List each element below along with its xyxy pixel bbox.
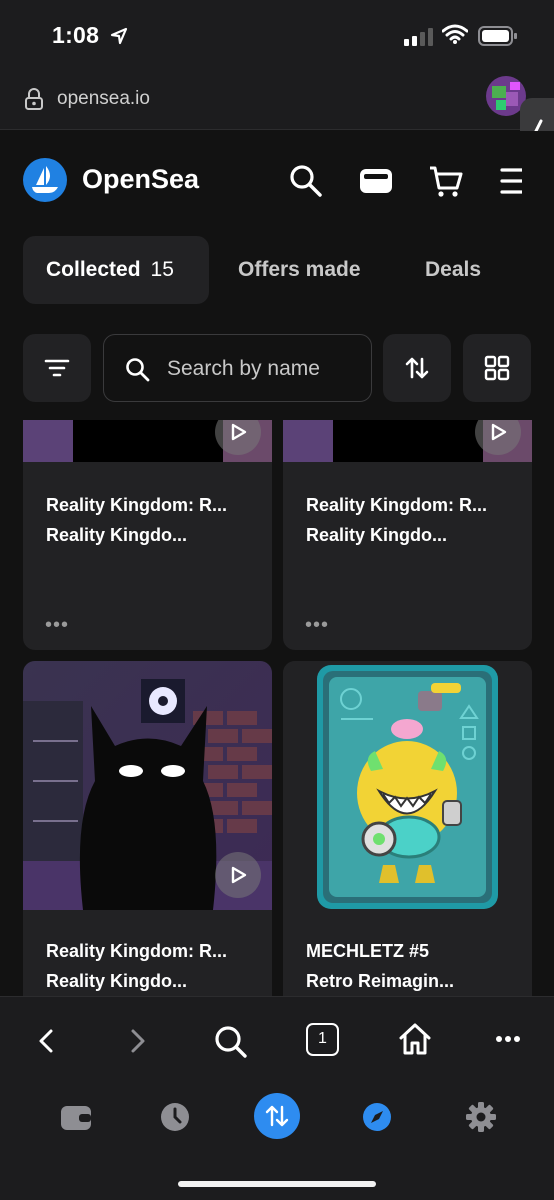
settings-icon[interactable] xyxy=(465,1101,497,1133)
more-icon[interactable] xyxy=(495,1035,521,1043)
grid-icon xyxy=(484,355,510,381)
search-icon[interactable] xyxy=(289,164,323,198)
home-icon[interactable] xyxy=(398,1022,432,1056)
wifi-icon xyxy=(442,24,468,44)
forward-icon[interactable] xyxy=(128,1028,148,1054)
nft-collection: Reality Kingdo... xyxy=(306,525,448,545)
tabs-icon[interactable]: 1 xyxy=(306,1023,339,1056)
more-options-icon[interactable]: ••• xyxy=(45,614,69,637)
status-bar: 1:08 xyxy=(0,0,554,70)
address-bar[interactable]: opensea.io xyxy=(0,70,554,130)
tab-deals[interactable]: Deals xyxy=(425,258,481,282)
sailboat-icon xyxy=(32,166,58,193)
search-icon[interactable] xyxy=(214,1025,248,1059)
home-indicator xyxy=(178,1181,376,1187)
wallet-icon[interactable] xyxy=(60,1102,92,1132)
swap-icon xyxy=(265,1105,289,1127)
play-icon xyxy=(231,866,247,884)
url-text[interactable]: opensea.io xyxy=(57,88,150,110)
nft-card[interactable]: Reality Kingdom: R... Reality Kingdo... … xyxy=(283,420,532,650)
more-options-icon[interactable]: ••• xyxy=(305,614,329,637)
opensea-logo[interactable] xyxy=(23,158,67,202)
history-icon[interactable] xyxy=(160,1102,190,1132)
filter-button[interactable] xyxy=(23,334,91,402)
nft-title: Reality Kingdom: R... xyxy=(46,941,228,961)
sort-button[interactable] xyxy=(383,334,451,402)
brand-name[interactable]: OpenSea xyxy=(82,164,199,195)
menu-icon[interactable] xyxy=(500,164,522,198)
filter-controls xyxy=(0,334,554,402)
wallet-bottom-bar xyxy=(0,1082,554,1200)
filter-icon xyxy=(44,359,70,377)
tab-collected-count: 15 xyxy=(150,258,174,281)
search-by-name-field[interactable] xyxy=(103,334,372,402)
back-icon[interactable] xyxy=(36,1028,56,1054)
nft-collection: Reality Kingdo... xyxy=(46,971,188,991)
nft-collection: Retro Reimagin... xyxy=(306,971,455,991)
nft-title: MECHLETZ #5 xyxy=(306,941,430,961)
site-header: OpenSea xyxy=(0,131,554,231)
cart-icon[interactable] xyxy=(428,164,464,200)
play-icon xyxy=(231,423,247,441)
browser-toolbar: 1 xyxy=(0,996,554,1082)
battery-icon xyxy=(478,26,517,46)
play-button[interactable] xyxy=(215,852,261,898)
sort-arrows-icon xyxy=(405,357,429,379)
grid-view-button[interactable] xyxy=(463,334,531,402)
nft-grid: Reality Kingdom: R... Reality Kingdo... … xyxy=(0,420,554,996)
explore-icon[interactable] xyxy=(362,1102,392,1132)
nft-card[interactable]: Reality Kingdom: R... Reality Kingdo... … xyxy=(23,420,272,650)
nft-title: Reality Kingdom: R... xyxy=(306,495,488,515)
tab-offers-made[interactable]: Offers made xyxy=(238,258,361,282)
lock-icon xyxy=(25,88,43,110)
swap-button[interactable] xyxy=(254,1093,300,1139)
status-time: 1:08 xyxy=(52,22,100,48)
nft-card[interactable]: MECHLETZ #5 Retro Reimagin... xyxy=(283,661,532,996)
search-icon xyxy=(126,358,150,382)
profile-tabs: Collected 15 Offers made Deals xyxy=(0,236,554,304)
nft-collection: Reality Kingdo... xyxy=(46,525,188,545)
nft-title: Reality Kingdom: R... xyxy=(46,495,228,515)
nft-card[interactable]: Reality Kingdom: R... Reality Kingdo... xyxy=(23,661,272,996)
play-icon xyxy=(491,423,507,441)
tab-collected[interactable]: Collected 15 xyxy=(23,236,209,304)
nft-image xyxy=(283,661,532,910)
wallet-icon[interactable] xyxy=(358,164,394,198)
location-arrow-icon xyxy=(110,27,128,45)
cellular-signal-icon xyxy=(404,28,433,46)
search-input[interactable] xyxy=(167,353,362,385)
tab-collected-label: Collected xyxy=(46,258,141,281)
